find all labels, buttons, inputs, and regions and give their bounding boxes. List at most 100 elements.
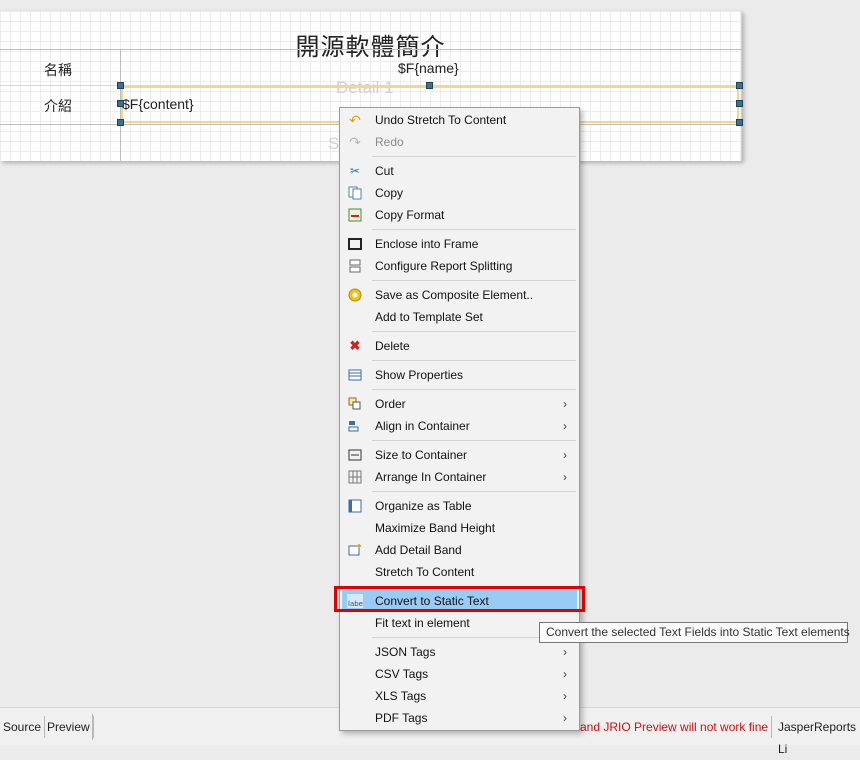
chevron-right-icon: › — [563, 448, 567, 462]
tab-preview[interactable]: Preview — [44, 716, 94, 738]
resize-handle[interactable] — [117, 119, 124, 126]
menu-item-label: JSON Tags — [375, 645, 436, 659]
delete-icon: ✖ — [349, 338, 361, 353]
menu-separator — [372, 229, 576, 230]
chevron-right-icon: › — [563, 645, 567, 659]
resize-handle[interactable] — [736, 100, 743, 107]
menu-item-organize-as-table[interactable]: Organize as Table — [342, 495, 577, 517]
menu-item-label: Add to Template Set — [375, 310, 483, 324]
chevron-right-icon: › — [563, 419, 567, 433]
scissors-icon: ✂ — [349, 164, 361, 178]
menu-separator — [372, 440, 576, 441]
menu-item-size-to-container[interactable]: Size to Container › — [342, 444, 577, 466]
arrange-icon — [347, 470, 363, 484]
menu-item-label: Add Detail Band — [375, 543, 462, 557]
menu-item-label: Copy — [375, 186, 404, 200]
menu-item-label: Fit text in element — [375, 616, 470, 630]
menu-item-label: Align in Container — [375, 419, 470, 433]
resize-handle[interactable] — [117, 82, 124, 89]
menu-item-label: Redo — [375, 135, 404, 149]
menu-item-csv-tags[interactable]: CSV Tags › — [342, 663, 577, 685]
undo-icon: ↶ — [349, 112, 361, 128]
menu-item-undo-stretch-to-content[interactable]: ↶ Undo Stretch To Content — [342, 109, 577, 131]
menu-item-configure-report-splitting[interactable]: Configure Report Splitting — [342, 255, 577, 277]
menu-item-arrange-in-container[interactable]: Arrange In Container › — [342, 466, 577, 488]
chevron-right-icon: › — [563, 689, 567, 703]
status-warning: and JRIO Preview will not work fine — [580, 720, 769, 734]
menu-item-label: Stretch To Content — [375, 565, 475, 579]
annotation-highlight-box — [334, 586, 585, 612]
menu-item-stretch-to-content[interactable]: Stretch To Content — [342, 561, 577, 583]
report-title[interactable]: 開源軟體簡介 — [0, 27, 741, 62]
menu-item-label: Size to Container — [375, 448, 468, 462]
menu-item-json-tags[interactable]: JSON Tags › — [342, 641, 577, 663]
resize-handle[interactable] — [117, 100, 124, 107]
menu-item-label: Save as Composite Element.. — [375, 288, 534, 302]
add-band-icon — [347, 543, 363, 557]
chevron-right-icon: › — [563, 397, 567, 411]
menu-separator — [372, 331, 576, 332]
menu-item-xls-tags[interactable]: XLS Tags › — [342, 685, 577, 707]
menu-item-label: Maximize Band Height — [375, 521, 496, 535]
menu-item-add-detail-band[interactable]: Add Detail Band — [342, 539, 577, 561]
menu-item-show-properties[interactable]: Show Properties — [342, 364, 577, 386]
frame-icon — [347, 237, 363, 251]
menu-item-redo[interactable]: ↷ Redo — [342, 131, 577, 153]
menu-item-add-to-template-set[interactable]: Add to Template Set — [342, 306, 577, 328]
menu-item-maximize-band-height[interactable]: Maximize Band Height — [342, 517, 577, 539]
menu-item-label: Configure Report Splitting — [375, 259, 513, 273]
menu-item-label: Delete — [375, 339, 410, 353]
menu-item-label: Copy Format — [375, 208, 445, 222]
copy-icon — [347, 186, 363, 200]
menu-item-label: Arrange In Container — [375, 470, 487, 484]
summary-band-label: S — [328, 134, 340, 153]
menu-item-delete[interactable]: ✖ Delete — [342, 335, 577, 357]
properties-icon — [347, 368, 363, 382]
chevron-right-icon: › — [563, 711, 567, 725]
composite-icon — [347, 288, 363, 302]
menu-item-enclose-into-frame[interactable]: Enclose into Frame — [342, 233, 577, 255]
menu-item-copy[interactable]: Copy — [342, 182, 577, 204]
menu-item-label: Enclose into Frame — [375, 237, 479, 251]
status-divider — [92, 714, 93, 740]
menu-item-pdf-tags[interactable]: PDF Tags › — [342, 707, 577, 729]
name-field[interactable]: $F{name} — [398, 60, 459, 76]
menu-item-label: Cut — [375, 164, 394, 178]
menu-separator — [372, 156, 576, 157]
menu-separator — [372, 280, 576, 281]
order-icon — [347, 397, 363, 411]
menu-separator — [372, 491, 576, 492]
menu-item-align-in-container[interactable]: Align in Container › — [342, 415, 577, 437]
tooltip: Convert the selected Text Fields into St… — [539, 622, 850, 643]
resize-handle[interactable] — [736, 82, 743, 89]
menu-item-save-as-composite-element[interactable]: Save as Composite Element.. — [342, 284, 577, 306]
content-field[interactable]: $F{content} — [122, 96, 194, 112]
chevron-right-icon: › — [563, 470, 567, 484]
status-product: JasperReports Li — [778, 720, 857, 756]
menu-item-label: PDF Tags — [375, 711, 428, 725]
menu-item-label: Order — [375, 397, 406, 411]
title-band-divider — [0, 49, 741, 50]
name-label[interactable]: 名稱 — [44, 60, 72, 80]
menu-item-label: Organize as Table — [375, 499, 472, 513]
menu-item-label: XLS Tags — [375, 689, 427, 703]
chevron-right-icon: › — [563, 667, 567, 681]
menu-item-label: CSV Tags — [375, 667, 429, 681]
redo-icon: ↷ — [349, 134, 361, 150]
content-label[interactable]: 介紹 — [44, 96, 72, 116]
menu-separator — [372, 389, 576, 390]
menu-item-order[interactable]: Order › — [342, 393, 577, 415]
menu-item-label: Show Properties — [375, 368, 464, 382]
copy-format-icon — [347, 208, 363, 222]
menu-separator — [372, 360, 576, 361]
menu-item-label: Undo Stretch To Content — [375, 113, 507, 127]
align-icon — [347, 419, 363, 433]
status-divider — [771, 716, 772, 738]
menu-item-cut[interactable]: ✂ Cut — [342, 160, 577, 182]
table-icon — [347, 499, 363, 513]
size-icon — [347, 448, 363, 462]
menu-item-copy-format[interactable]: Copy Format — [342, 204, 577, 226]
resize-handle[interactable] — [736, 119, 743, 126]
tab-source[interactable]: Source — [0, 716, 46, 738]
resize-handle[interactable] — [426, 82, 433, 89]
